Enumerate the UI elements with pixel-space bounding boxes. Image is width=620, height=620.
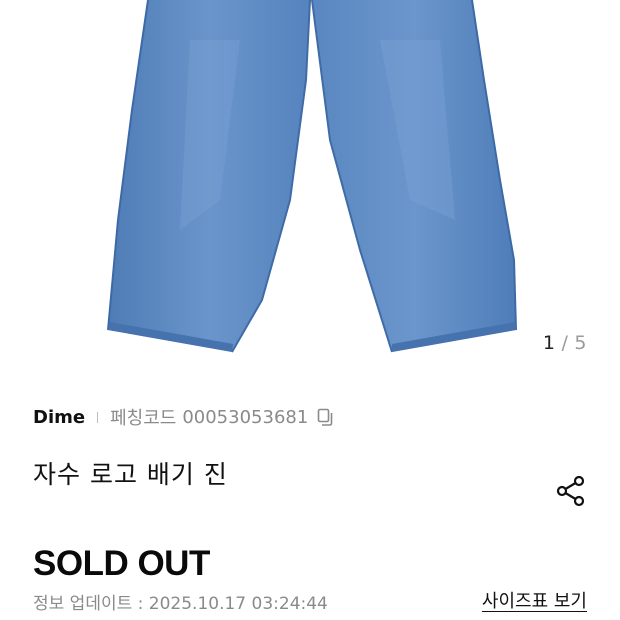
update-time: 2025.10.17 03:24:44 bbox=[148, 594, 328, 614]
pager-current: 1 bbox=[542, 332, 556, 354]
share-button[interactable] bbox=[554, 474, 588, 508]
sold-out-status: SOLD OUT bbox=[33, 544, 210, 583]
product-image[interactable]: 1/5 bbox=[0, 0, 620, 370]
pager-separator: / bbox=[561, 332, 569, 354]
copy-icon[interactable] bbox=[316, 408, 334, 426]
size-chart-link[interactable]: 사이즈표 보기 bbox=[482, 587, 587, 613]
fetching-code-value: 00053053681 bbox=[182, 406, 309, 428]
pager-total: 5 bbox=[574, 332, 587, 354]
brand-name[interactable]: Dime bbox=[33, 407, 85, 428]
update-label: 정보 업데이트 : bbox=[33, 594, 149, 614]
info-update: 정보 업데이트 : 2025.10.17 03:24:44 bbox=[33, 589, 328, 614]
brand-divider bbox=[97, 411, 99, 423]
brand-row: Dime 페칭코드 00053053681 bbox=[33, 404, 334, 430]
fetching-code-label: 페칭코드 bbox=[110, 408, 177, 429]
image-pager: 1/5 bbox=[543, 332, 587, 354]
jeans-image bbox=[107, 0, 517, 353]
share-icon bbox=[556, 475, 585, 507]
product-name: 자수 로고 배기 진 bbox=[33, 460, 228, 489]
